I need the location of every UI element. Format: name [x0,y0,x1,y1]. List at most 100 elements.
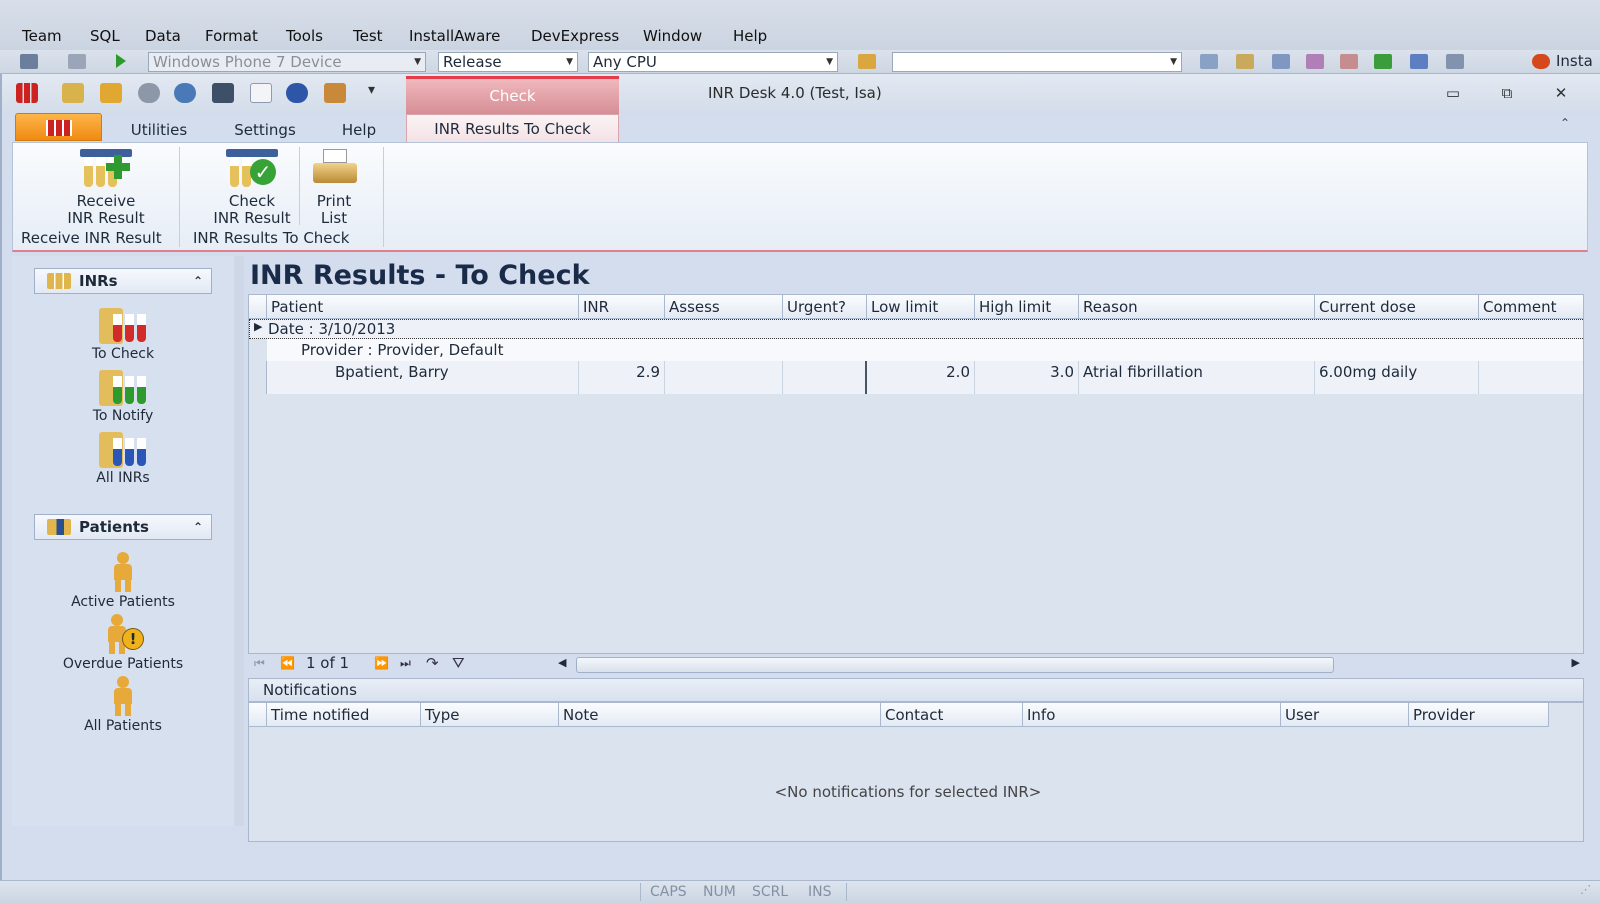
extension-icon[interactable] [1410,54,1428,69]
col-provider[interactable]: Provider [1409,703,1549,727]
receive-inr-icon [80,149,132,189]
ide-menu-data[interactable]: Data [145,27,181,45]
tab-utilities[interactable]: Utilities [126,116,192,144]
col-contact[interactable]: Contact [881,703,1023,727]
platform-dropdown[interactable]: Any CPU ▼ [588,52,838,72]
find-box[interactable]: ▼ [892,52,1182,72]
first-page-icon[interactable]: ⏮ [254,656,265,671]
tab-help[interactable]: Help [338,116,380,144]
col-reason[interactable]: Reason [1079,295,1315,319]
cell-inr: 2.9 [579,361,665,394]
installaware-icon[interactable] [1532,54,1550,69]
ide-menu-tools[interactable]: Tools [286,27,323,45]
ide-menu-format[interactable]: Format [205,27,258,45]
ribbon-separator [383,147,384,247]
tab-inr-results-to-check[interactable]: INR Results To Check [406,114,619,142]
refresh-icon[interactable]: ↷ [426,654,439,672]
previous-page-icon[interactable]: ⏪ [280,656,295,670]
col-inr[interactable]: INR [579,295,665,319]
col-high-limit[interactable]: High limit [975,295,1079,319]
last-page-icon[interactable]: ⏭ [400,656,411,671]
grid-navigator: ⏮ ⏪ 1 of 1 ⏩ ⏭ ↷ ⛛ ◀ ▶ [248,654,1584,678]
col-time-notified[interactable]: Time notified [267,703,421,727]
nav-item-active-patients[interactable]: Active Patients [56,552,190,610]
col-low-limit[interactable]: Low limit [867,295,975,319]
col-current-dose[interactable]: Current dose [1315,295,1479,319]
ribbon-separator [299,147,300,225]
expand-arrow-icon[interactable]: ▶ [254,320,262,333]
to-check-label: To Check [91,346,155,362]
tab-settings[interactable]: Settings [230,116,300,144]
patients-group-header[interactable]: Patients ⌃ [34,514,212,540]
col-user[interactable]: User [1281,703,1409,727]
ide-menu-test[interactable]: Test [353,27,383,45]
group-row-provider[interactable]: Provider : Provider, Default [267,339,1583,361]
nav-item-to-check[interactable]: To Check [56,304,190,362]
config-dropdown[interactable]: Release ▼ [438,52,578,72]
window-icon[interactable] [1446,54,1464,69]
save-all-icon[interactable] [68,54,86,69]
check-inr-icon: ✓ [226,149,278,189]
to-check-icon [99,304,147,344]
person-warning-icon: ! [106,614,144,654]
nav-item-to-notify[interactable]: To Notify [56,366,190,424]
app-menu-button[interactable] [15,113,102,141]
page-title: INR Results - To Check [250,260,590,291]
find-icon[interactable] [858,54,876,69]
resize-grip-icon[interactable]: ⋰ [1580,883,1591,896]
scroll-left-icon[interactable]: ◀ [558,656,566,669]
solution-explorer-icon[interactable] [1200,54,1218,69]
ide-menu-devexpress[interactable]: DevExpress [531,27,619,45]
group-date-label: Date : 3/10/2013 [268,320,396,338]
col-urgent[interactable]: Urgent? [783,295,867,319]
tools-icon[interactable] [1340,54,1358,69]
col-type[interactable]: Type [421,703,559,727]
col-info[interactable]: Info [1023,703,1281,727]
nav-item-overdue-patients[interactable]: ! Overdue Patients [56,614,190,672]
ide-menu-window[interactable]: Window [643,27,702,45]
scroll-thumb[interactable] [576,657,1334,673]
cell-high-limit: 3.0 [975,361,1079,394]
ide-menu-help[interactable]: Help [733,27,767,45]
object-browser-icon[interactable] [1306,54,1324,69]
scrl-indicator: SCRL [752,884,789,900]
cell-current-dose: 6.00mg daily [1315,361,1479,394]
group-label-receive: Receive INR Result [21,229,162,247]
print-label-2: List [320,209,348,227]
print-list-button[interactable]: Print List [309,149,359,227]
save-icon[interactable] [20,54,38,69]
export-icon[interactable] [1374,54,1392,69]
person-icon [106,676,140,716]
col-note[interactable]: Note [559,703,881,727]
device-dropdown[interactable]: Windows Phone 7 Device ▼ [148,52,426,72]
inrs-icon [47,273,71,289]
check-inr-result-button[interactable]: ✓ Check INR Result [197,149,307,227]
row-indicator [249,361,267,394]
chevron-up-icon[interactable]: ⌃ [193,515,203,539]
toolbox-icon[interactable] [1272,54,1290,69]
group-row-date[interactable]: ▶ Date : 3/10/2013 [249,319,1583,339]
receive-label-2: INR Result [67,209,145,227]
filter-icon[interactable]: ⛛ [452,654,465,672]
nav-item-all-inrs[interactable]: All INRs [56,428,190,486]
ide-menu-team[interactable]: Team [22,27,62,45]
installaware-label[interactable]: Insta [1556,52,1593,70]
inrs-group-header[interactable]: INRs ⌃ [34,268,212,294]
next-page-icon[interactable]: ⏩ [374,656,389,670]
properties-icon[interactable] [1236,54,1254,69]
ins-indicator: INS [808,884,832,900]
col-comment[interactable]: Comment [1479,295,1583,319]
chevron-up-icon[interactable]: ⌃ [193,269,203,293]
pane-splitter[interactable] [234,256,244,826]
ide-menu-installaware[interactable]: InstallAware [409,27,500,45]
ide-menu-sql[interactable]: SQL [90,27,120,45]
nav-item-all-patients[interactable]: All Patients [56,676,190,734]
start-debug-icon[interactable] [116,54,126,68]
page-indicator: 1 of 1 [306,654,350,672]
scroll-right-icon[interactable]: ▶ [1572,656,1580,669]
horizontal-scrollbar[interactable]: ◀ ▶ [558,656,1584,674]
col-assess[interactable]: Assess [665,295,783,319]
col-patient[interactable]: Patient [267,295,579,319]
receive-inr-result-button[interactable]: Receive INR Result [51,149,161,227]
collapse-ribbon-icon[interactable]: ⌃ [1560,116,1570,130]
